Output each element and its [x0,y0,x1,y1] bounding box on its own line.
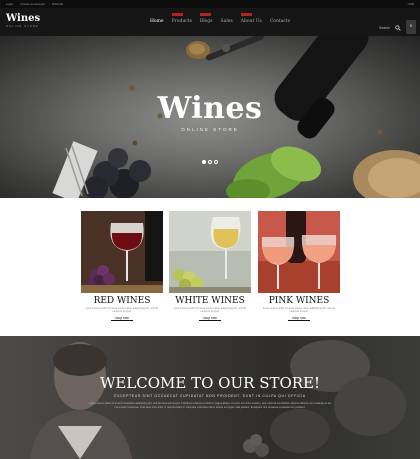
welcome-text: Lorem ipsum dolor sit amet consectetur a… [89,402,331,410]
category-title: PINK WINES [268,296,330,306]
hero-slider: Wines ONLINE STORE [0,36,420,198]
nav-contacts[interactable]: Contacts [270,18,290,26]
shop-now-link[interactable]: shop now [199,316,221,321]
category-card-pink[interactable]: PINK WINES Lorem ipsum dolor sit amet co… [258,211,340,321]
account-links: Login Create an account Wish list [6,1,63,7]
search-icon[interactable] [395,25,401,31]
category-title: RED WINES [93,296,151,306]
cart-count: 0 [410,24,412,28]
shop-now-link[interactable]: shop now [111,316,133,321]
nav-sales[interactable]: Sales [221,18,233,26]
nav-about-us-label: About Us [240,19,262,24]
cart-icon[interactable]: 0 [406,20,416,34]
logo[interactable]: Wines ONLINE STORE [6,13,40,28]
nav-products[interactable]: Products [171,13,192,26]
slider-dot[interactable] [208,160,212,164]
logo-subtitle: ONLINE STORE [6,25,39,28]
category-card-white[interactable]: WHITE WINES Lorem ipsum dolor sit amet c… [169,211,251,321]
white-wine-image [169,211,251,293]
top-bar: Login Create an account Wish list USD [0,0,420,8]
slider-dot[interactable] [202,160,206,164]
wish-list-link[interactable]: Wish list [52,1,63,7]
welcome-section: WELCOME TO OUR STORE! EXCEPTEUR SINT OCC… [0,336,420,459]
nav-products-label: Products [171,19,192,24]
slider-dots [202,160,218,164]
search-link[interactable]: Search [379,26,390,30]
nav-badge [240,13,252,16]
product-categories: RED WINES Lorem ipsum dolor sit amet con… [0,198,420,334]
slider-dot[interactable] [214,160,218,164]
shop-now-link[interactable]: shop now [288,316,310,321]
main-nav: Home Products Blogs Sales About Us Conta… [150,13,290,26]
nav-home-label: Home [150,19,164,24]
nav-about-us[interactable]: About Us [240,13,262,26]
nav-badge [199,13,211,16]
category-description: Lorem ipsum dolor sit amet conse ctetur … [262,307,336,314]
red-wine-image [81,211,163,293]
nav-contacts-label: Contacts [269,19,291,24]
create-account-link[interactable]: Create an account [20,1,45,7]
nav-home[interactable]: Home [150,18,164,26]
site-header: Wines ONLINE STORE Home Products Blogs S… [0,8,420,36]
category-description: Lorem ipsum dolor sit amet conse ctetur … [85,307,159,314]
currency-selector[interactable]: USD [408,1,414,7]
category-title: WHITE WINES [175,296,245,306]
nav-blogs-label: Blogs [199,19,213,24]
category-description: Lorem ipsum dolor sit amet conse ctetur … [173,307,247,314]
hero-title: Wines [157,91,263,126]
nav-sales-label: Sales [220,19,233,24]
nav-blogs[interactable]: Blogs [199,13,213,26]
welcome-title: WELCOME TO OUR STORE! [99,374,321,392]
hero-subtitle: ONLINE STORE [181,127,239,132]
welcome-subtitle: EXCEPTEUR SINT OCCAECAT CUPIDATAT NON PR… [114,394,306,398]
category-card-red[interactable]: RED WINES Lorem ipsum dolor sit amet con… [81,211,163,321]
nav-badge [171,13,183,16]
logo-title: Wines [6,13,41,24]
login-link[interactable]: Login [6,1,13,7]
pink-wine-image [258,211,340,293]
